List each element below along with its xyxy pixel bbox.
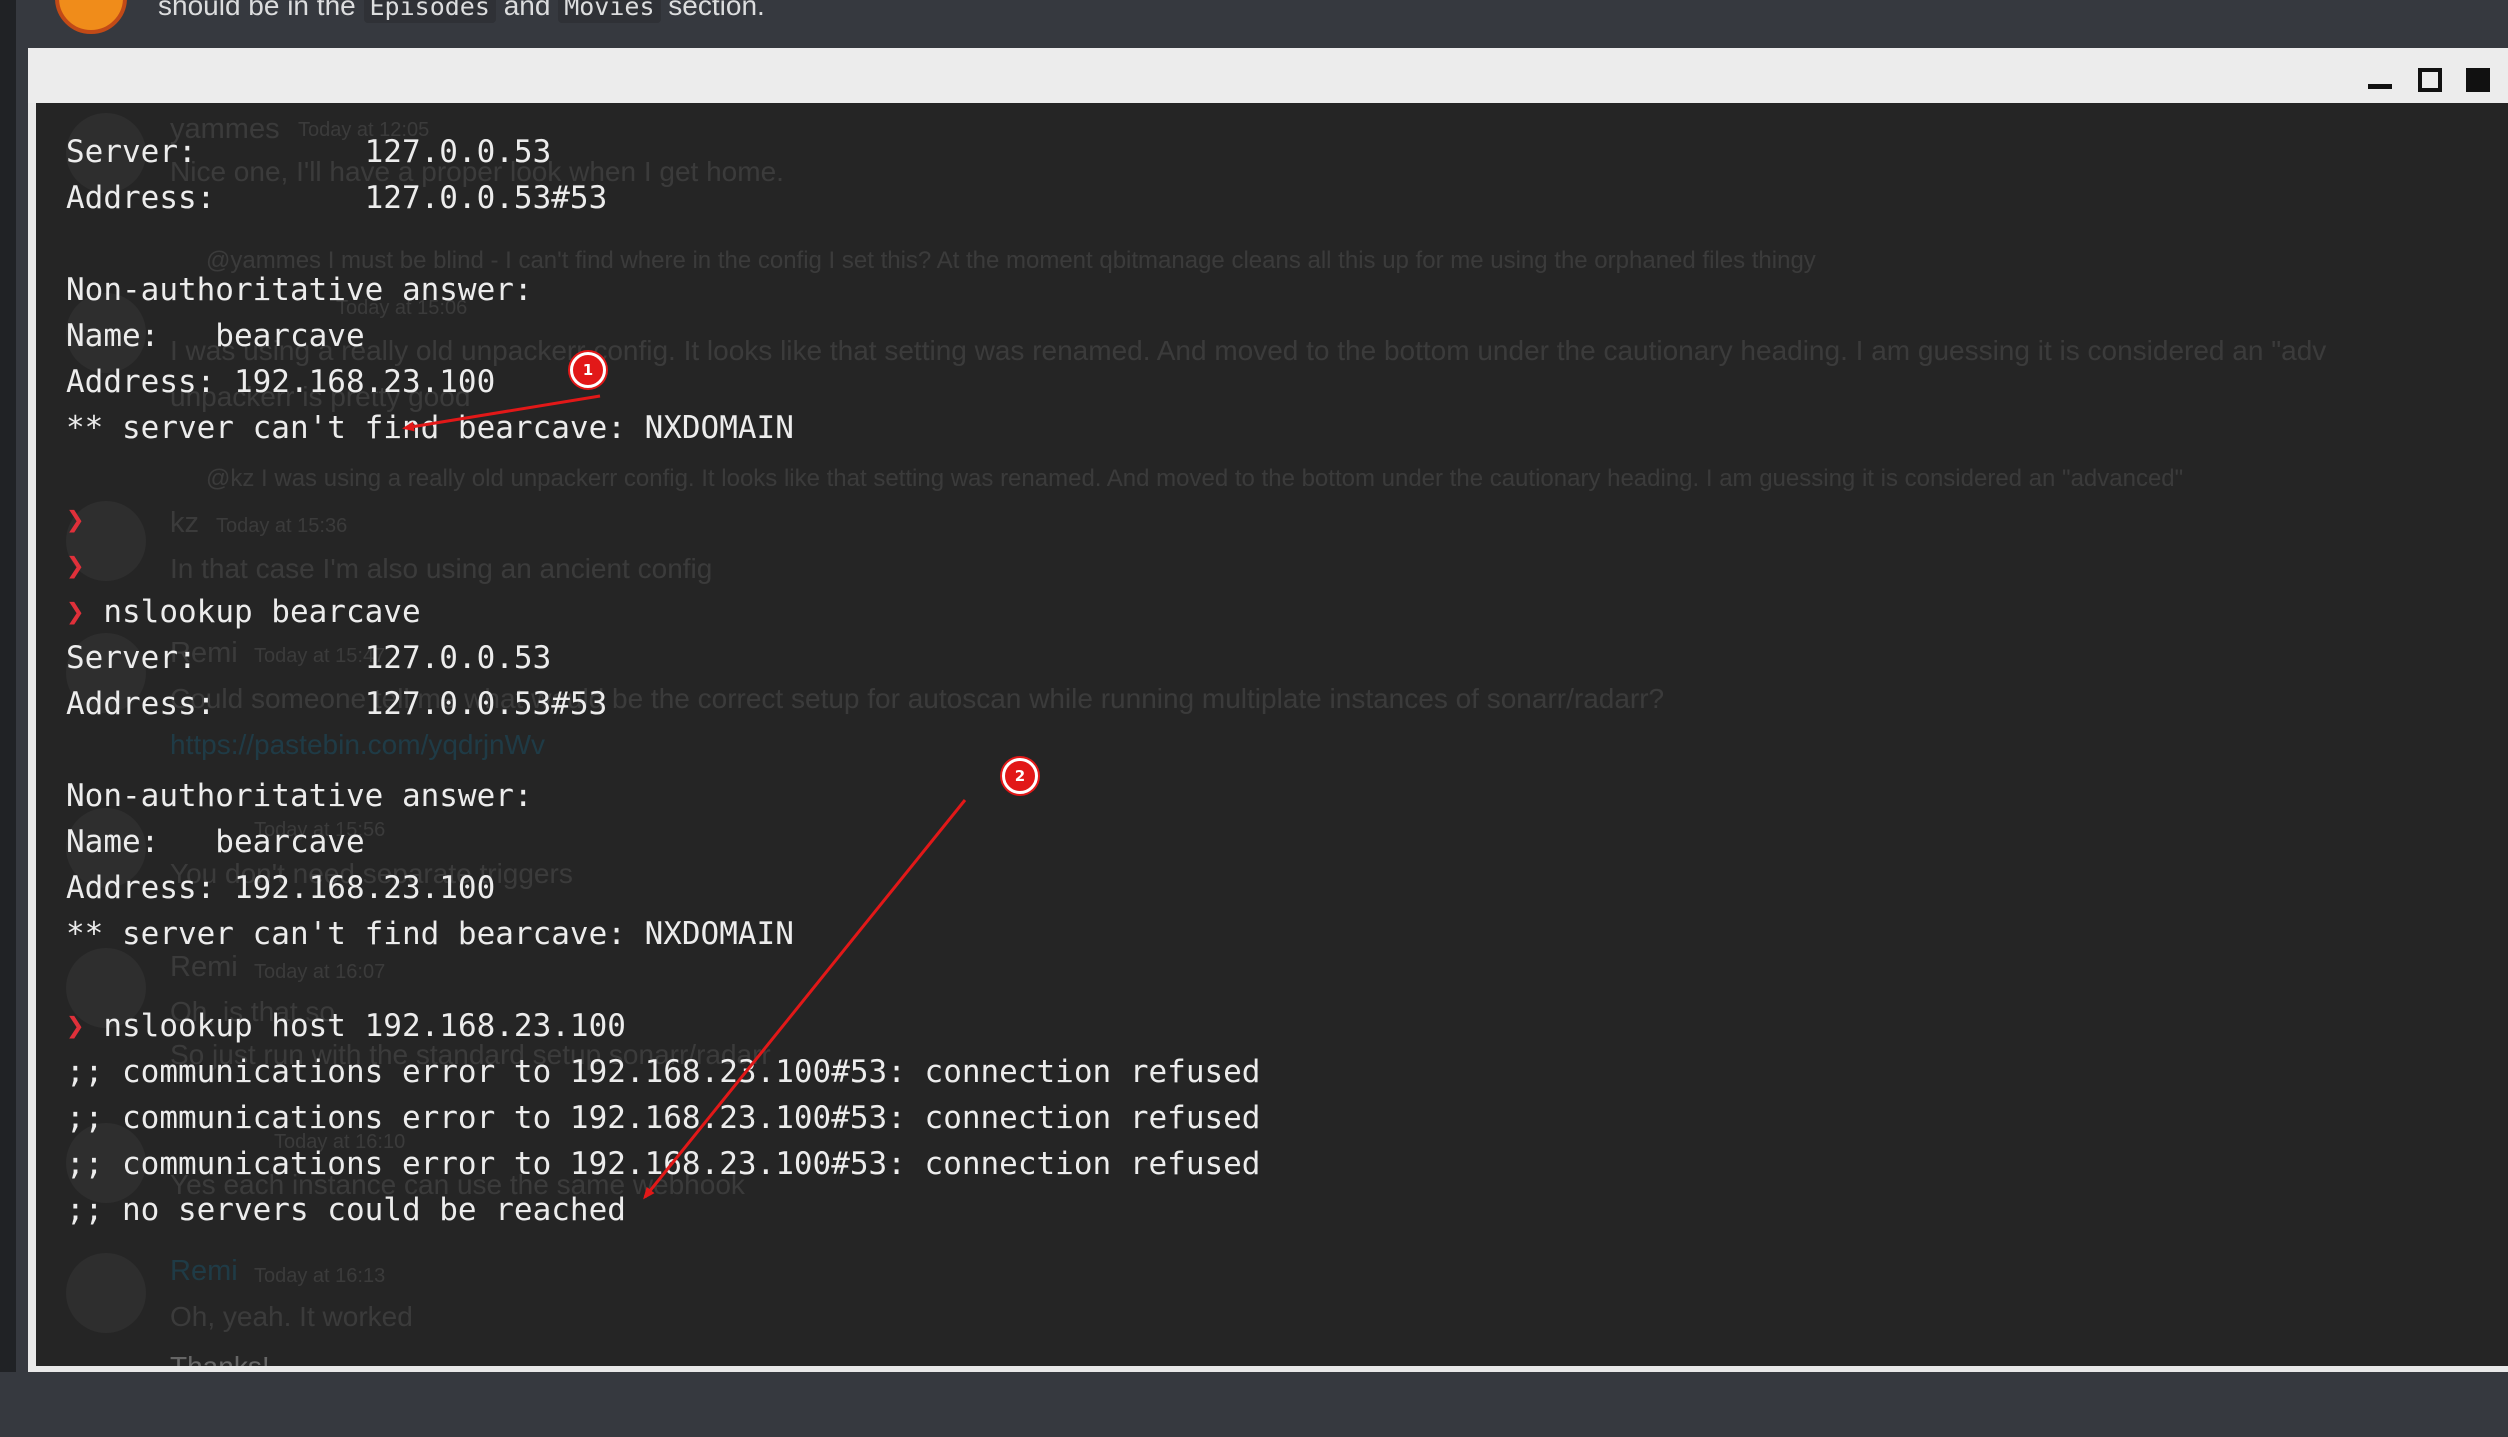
ghost-reply: @kz I was using a really old unpackerr c… [206,465,2184,492]
terminal-line: Address: 192.168.23.100 [66,364,496,400]
terminal-line: Address: 127.0.0.53#53 [66,686,608,722]
terminal-line: ;; no servers could be reached [66,1192,626,1228]
ghost-username: Remi [170,1255,238,1287]
ghost-message: Oh, yeah. It worked [170,1301,413,1332]
screenshot-viewer-window: yammes Today at 12:05 Nice one, I'll hav… [28,48,2508,1372]
terminal-line: Name: bearcave [66,318,365,354]
ghost-timestamp: Today at 16:13 [254,1265,386,1287]
terminal-line: Server: 127.0.0.53 [66,134,552,170]
inline-code: Episodes [363,0,496,23]
terminal-line: Server: 127.0.0.53 [66,640,552,676]
ghost-timestamp: Today at 15:36 [216,515,348,537]
terminal-line: ❯ [66,548,85,584]
annotation-badge-2: 2 [1002,758,1038,794]
terminal-line: ;; communications error to 192.168.23.10… [66,1054,1261,1090]
maximize-button[interactable] [2418,68,2442,92]
terminal-line: Address: 192.168.23.100 [66,870,496,906]
terminal-line: ;; communications error to 192.168.23.10… [66,1146,1261,1182]
terminal-line: ** server can't find bearcave: NXDOMAIN [66,916,794,952]
ghost-message: Thanks! [170,1351,270,1366]
close-button[interactable] [2466,68,2490,92]
minimize-button[interactable] [2368,84,2392,89]
ghost-message: In that case I'm also using an ancient c… [170,553,713,584]
terminal-line: ❯ [66,502,85,538]
message-text: should be in the Episodes and Movies sec… [158,0,765,23]
inline-code: Movies [558,0,661,23]
ghost-timestamp: Today at 16:07 [254,961,386,983]
chat-bottom-area [0,1372,2508,1437]
terminal-line: Non-authoritative answer: [66,272,533,308]
terminal-line: ❯ nslookup host 192.168.23.100 [66,1008,626,1044]
terminal-line: Address: 127.0.0.53#53 [66,180,608,216]
ghost-link: https://pastebin.com/yqdrjnWv [170,729,546,760]
avatar [66,1253,146,1333]
terminal-line: ❯ nslookup bearcave [66,594,421,630]
background-chat-message: should be in the Episodes and Movies sec… [0,0,2508,48]
app-sidebar-edge [0,0,16,1437]
terminal-line: Non-authoritative answer: [66,778,533,814]
window-titlebar [28,48,2508,103]
ghost-username: kz [170,507,199,539]
annotation-badge-1: 1 [570,352,606,388]
avatar [55,0,127,34]
terminal-line: Name: bearcave [66,824,365,860]
terminal-line: ;; communications error to 192.168.23.10… [66,1100,1261,1136]
terminal-line: ** server can't find bearcave: NXDOMAIN [66,410,794,446]
terminal-output: yammes Today at 12:05 Nice one, I'll hav… [36,103,2508,1366]
